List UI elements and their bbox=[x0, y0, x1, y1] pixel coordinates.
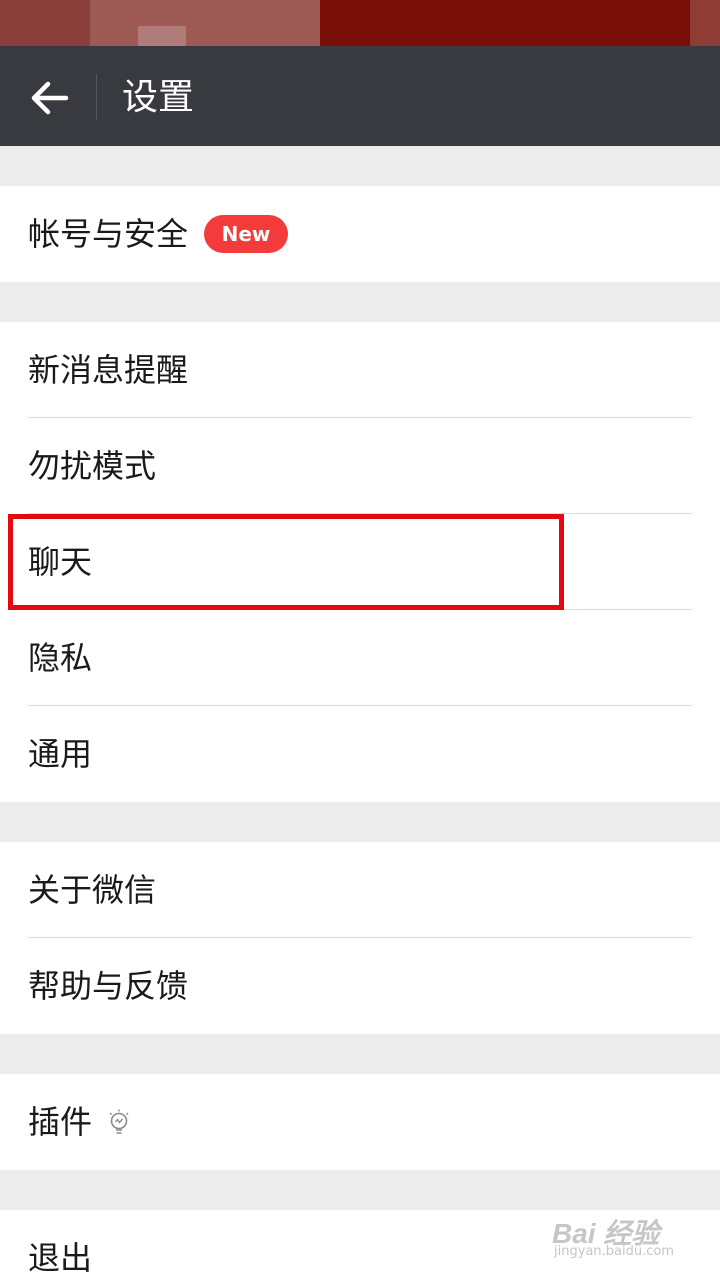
toolbar-divider bbox=[96, 74, 97, 120]
item-label: 帐号与安全 bbox=[28, 215, 189, 253]
item-label: 关于微信 bbox=[28, 871, 157, 909]
annotation-highlight-box bbox=[8, 514, 564, 610]
settings-item-help-feedback[interactable]: 帮助与反馈 bbox=[0, 938, 720, 1034]
settings-item-plugins[interactable]: 插件 bbox=[0, 1074, 720, 1170]
section-about: 关于微信 帮助与反馈 bbox=[0, 842, 720, 1034]
settings-item-privacy[interactable]: 隐私 bbox=[0, 610, 720, 706]
item-label: 帮助与反馈 bbox=[28, 967, 189, 1005]
lightbulb-icon bbox=[109, 1109, 129, 1134]
item-label: 退出 bbox=[28, 1239, 93, 1277]
section-account: 帐号与安全 New bbox=[0, 186, 720, 282]
blurred-status-region bbox=[138, 26, 186, 46]
blurred-status-region bbox=[90, 0, 320, 46]
page-title: 设置 bbox=[122, 77, 195, 118]
new-badge: New bbox=[204, 215, 288, 253]
settings-item-do-not-disturb[interactable]: 勿扰模式 bbox=[0, 418, 720, 514]
settings-item-about[interactable]: 关于微信 bbox=[0, 842, 720, 938]
item-label: 勿扰模式 bbox=[28, 447, 157, 485]
watermark-url: jingyan.baidu.com bbox=[554, 1244, 674, 1259]
settings-item-notifications[interactable]: 新消息提醒 bbox=[0, 322, 720, 418]
blurred-status-region bbox=[0, 0, 90, 46]
item-label: 插件 bbox=[28, 1103, 93, 1141]
top-toolbar: 设置 bbox=[0, 46, 720, 146]
settings-item-general[interactable]: 通用 bbox=[0, 706, 720, 802]
blurred-status-region bbox=[690, 0, 720, 46]
back-arrow-icon[interactable] bbox=[28, 80, 72, 116]
status-bar bbox=[0, 0, 720, 46]
item-label: 隐私 bbox=[28, 639, 93, 677]
baidu-watermark: Bai 经验 jingyan.baidu.com bbox=[550, 1200, 700, 1270]
settings-item-account-security[interactable]: 帐号与安全 New bbox=[0, 186, 720, 282]
section-plugins: 插件 bbox=[0, 1074, 720, 1170]
item-label: 通用 bbox=[28, 735, 93, 773]
item-label: 新消息提醒 bbox=[28, 351, 189, 389]
